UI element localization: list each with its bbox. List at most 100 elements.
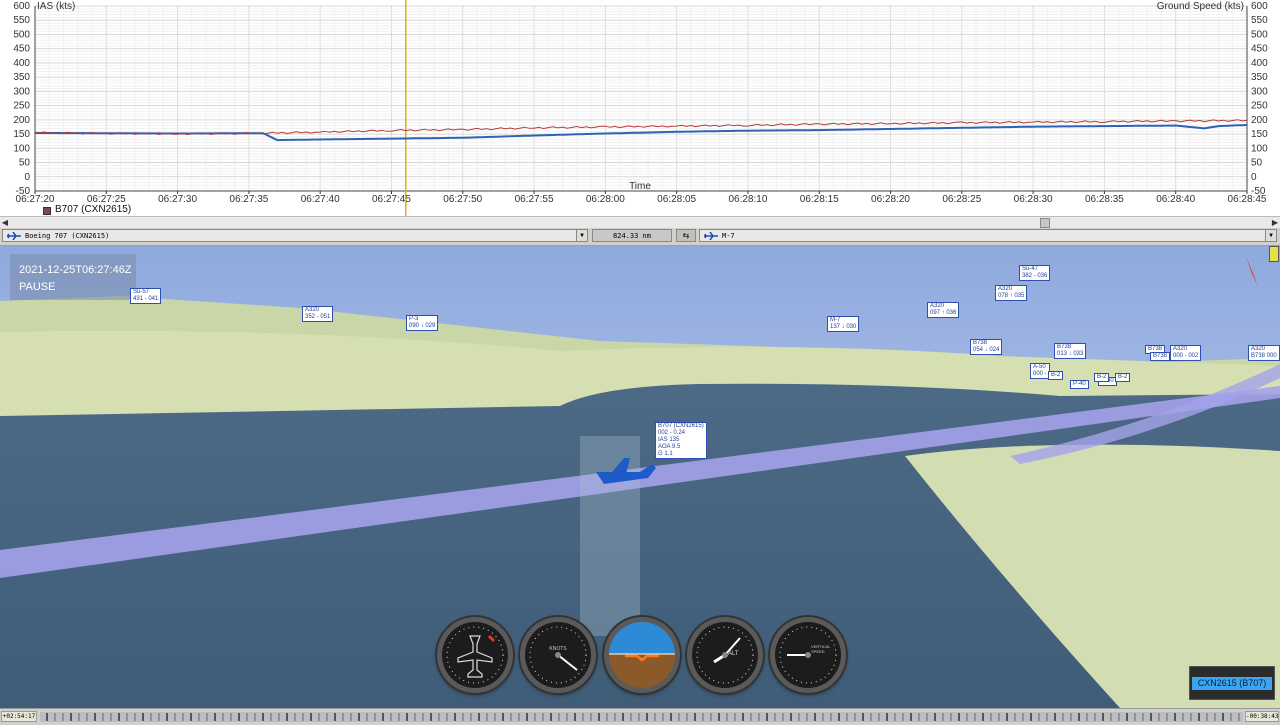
aircraft-label-main[interactable]: B707 (CXN2615) 002 - 0.24 IAS 135 AOA 9.… bbox=[655, 422, 707, 459]
right-aircraft-select[interactable]: M-7 ▼ bbox=[699, 229, 1277, 242]
aircraft-label[interactable]: A320 352 - 051 bbox=[302, 306, 334, 322]
timeline-marker bbox=[894, 713, 896, 721]
timeline-marker bbox=[742, 713, 744, 721]
toolbar: Boeing 707 (CXN2615) ▼ 824.33 nm ⇆ M-7 ▼ bbox=[0, 228, 1280, 246]
x-tick-label: 06:27:50 bbox=[443, 194, 482, 205]
timeline-marker bbox=[1158, 713, 1160, 721]
chevron-down-icon[interactable]: ▼ bbox=[1265, 230, 1276, 241]
aircraft-label[interactable]: B738 054 ↓ 024 bbox=[970, 339, 1003, 355]
timeline-marker bbox=[766, 713, 768, 721]
timeline-marker bbox=[118, 713, 120, 721]
timeline-marker bbox=[710, 713, 712, 721]
y-tick-label: 0 bbox=[24, 172, 30, 183]
x-tick-label: 06:27:55 bbox=[515, 194, 554, 205]
aircraft-label[interactable]: A-50 000 - bbox=[1030, 363, 1050, 379]
aircraft-list-item[interactable]: CXN2615 (B707) bbox=[1192, 677, 1272, 690]
timeline-marker bbox=[198, 713, 200, 721]
timeline-marker bbox=[782, 713, 784, 721]
timeline-marker bbox=[1238, 713, 1240, 721]
x-tick-label: 06:27:30 bbox=[158, 194, 197, 205]
aircraft-label[interactable]: A320 078 ↑ 035 bbox=[995, 285, 1028, 301]
y-tick-label: 100 bbox=[13, 143, 30, 154]
timeline-marker bbox=[1190, 713, 1192, 721]
scroll-left-icon[interactable]: ◀ bbox=[0, 217, 10, 228]
aircraft-label[interactable]: Su-47 382 - 036 bbox=[1019, 265, 1051, 281]
timeline-marker bbox=[550, 713, 552, 721]
timestamp: 2021-12-25T06:27:46Z bbox=[19, 264, 132, 276]
aircraft-tag[interactable]: B-2 bbox=[1048, 371, 1064, 380]
altimeter-gauge: ALT bbox=[687, 617, 763, 693]
timeline-marker bbox=[382, 713, 384, 721]
timeline-marker bbox=[926, 713, 928, 721]
aircraft-tag[interactable]: B-2 bbox=[1115, 373, 1131, 382]
timeline-marker bbox=[142, 713, 144, 721]
timeline-marker bbox=[102, 713, 104, 721]
timeline-marker bbox=[622, 713, 624, 721]
chevron-down-icon[interactable]: ▼ bbox=[576, 230, 587, 241]
timeline-marker bbox=[934, 713, 936, 721]
x-tick-label: 06:28:10 bbox=[728, 194, 767, 205]
left-aircraft-select[interactable]: Boeing 707 (CXN2615) ▼ bbox=[2, 229, 588, 242]
label-line: 090 ↓ 029 bbox=[409, 323, 436, 329]
timeline-marker bbox=[694, 713, 696, 721]
timeline-marker bbox=[654, 713, 656, 721]
x-tick-label: 06:27:40 bbox=[301, 194, 340, 205]
timeline-marker bbox=[1038, 713, 1040, 721]
x-tick-label: 06:28:30 bbox=[1014, 194, 1053, 205]
aircraft-tag[interactable]: P-40 bbox=[1070, 380, 1089, 389]
x-tick-label: 06:28:40 bbox=[1156, 194, 1195, 205]
timeline-marker bbox=[46, 713, 48, 721]
aircraft-tag[interactable]: B-2 bbox=[1094, 373, 1110, 382]
aircraft-label[interactable]: B738 013 ↓ 033 bbox=[1054, 343, 1087, 359]
scroll-thumb[interactable] bbox=[1040, 218, 1050, 228]
aircraft-label[interactable]: A320 000 - 002 bbox=[1170, 345, 1202, 361]
aircraft-label[interactable]: M-7 137 ↓ 030 bbox=[827, 316, 860, 332]
attitude-indicator bbox=[604, 617, 680, 693]
y2-tick-label: 450 bbox=[1251, 44, 1268, 55]
timeline-marker bbox=[1006, 713, 1008, 721]
speed-chart[interactable]: -50 -50 0 0 50 50 100 100 150 150 200 200 250 250 300 3… bbox=[0, 0, 1280, 216]
timeline-marker bbox=[214, 713, 216, 721]
timeline-marker bbox=[358, 713, 360, 721]
aircraft-label[interactable]: Su-57 431 - 041 bbox=[130, 288, 162, 304]
label-line: 000 - 002 bbox=[1173, 353, 1199, 359]
timeline-marker bbox=[982, 713, 984, 721]
y-tick-label: 150 bbox=[13, 129, 30, 140]
timeline-marker bbox=[342, 713, 344, 721]
timeline-marker bbox=[558, 713, 560, 721]
timeline-marker bbox=[374, 713, 376, 721]
ias-series-line bbox=[34, 124, 1248, 142]
label-line: 002 - 0.24 bbox=[658, 430, 686, 436]
scroll-right-icon[interactable]: ▶ bbox=[1270, 217, 1280, 228]
timeline-marker bbox=[806, 713, 808, 721]
timeline-marker bbox=[942, 713, 944, 721]
side-panel-handle[interactable] bbox=[1269, 246, 1279, 262]
y2-tick-label: 350 bbox=[1251, 72, 1268, 83]
aircraft-label[interactable]: A320 B738 000 bbox=[1248, 345, 1280, 361]
timeline-marker bbox=[1126, 713, 1128, 721]
timeline-marker bbox=[54, 713, 56, 721]
3d-view[interactable]: 2021-12-25T06:27:46Z PAUSE B707 (CXN2615… bbox=[0, 246, 1280, 708]
legend-swatch bbox=[43, 207, 51, 215]
x-tick-label: 06:28:25 bbox=[942, 194, 981, 205]
timeline-marker bbox=[838, 713, 840, 721]
timeline-marker bbox=[414, 713, 416, 721]
timeline-track[interactable] bbox=[40, 712, 1243, 722]
timeline-marker bbox=[486, 713, 488, 721]
timeline-marker bbox=[190, 713, 192, 721]
timeline-marker bbox=[614, 713, 616, 721]
timeline-marker bbox=[294, 713, 296, 721]
playback-timeline[interactable]: +02:54:17 -00:38:43 bbox=[0, 708, 1280, 725]
swap-button[interactable]: ⇆ bbox=[676, 229, 696, 242]
timeline-marker bbox=[390, 713, 392, 721]
timeline-marker bbox=[254, 713, 256, 721]
aircraft-tag[interactable]: B738 bbox=[1150, 352, 1171, 361]
y-tick-label: 250 bbox=[13, 101, 30, 112]
label-line: A-50 bbox=[1033, 364, 1046, 370]
aircraft-label[interactable]: P-3 090 ↓ 029 bbox=[406, 315, 439, 331]
aircraft-label[interactable]: A320 097 ↑ 036 bbox=[927, 302, 960, 318]
x-tick-label: 06:28:20 bbox=[871, 194, 910, 205]
y-tick-label: 450 bbox=[13, 44, 30, 55]
timeline-marker bbox=[822, 713, 824, 721]
timeline-marker bbox=[126, 713, 128, 721]
